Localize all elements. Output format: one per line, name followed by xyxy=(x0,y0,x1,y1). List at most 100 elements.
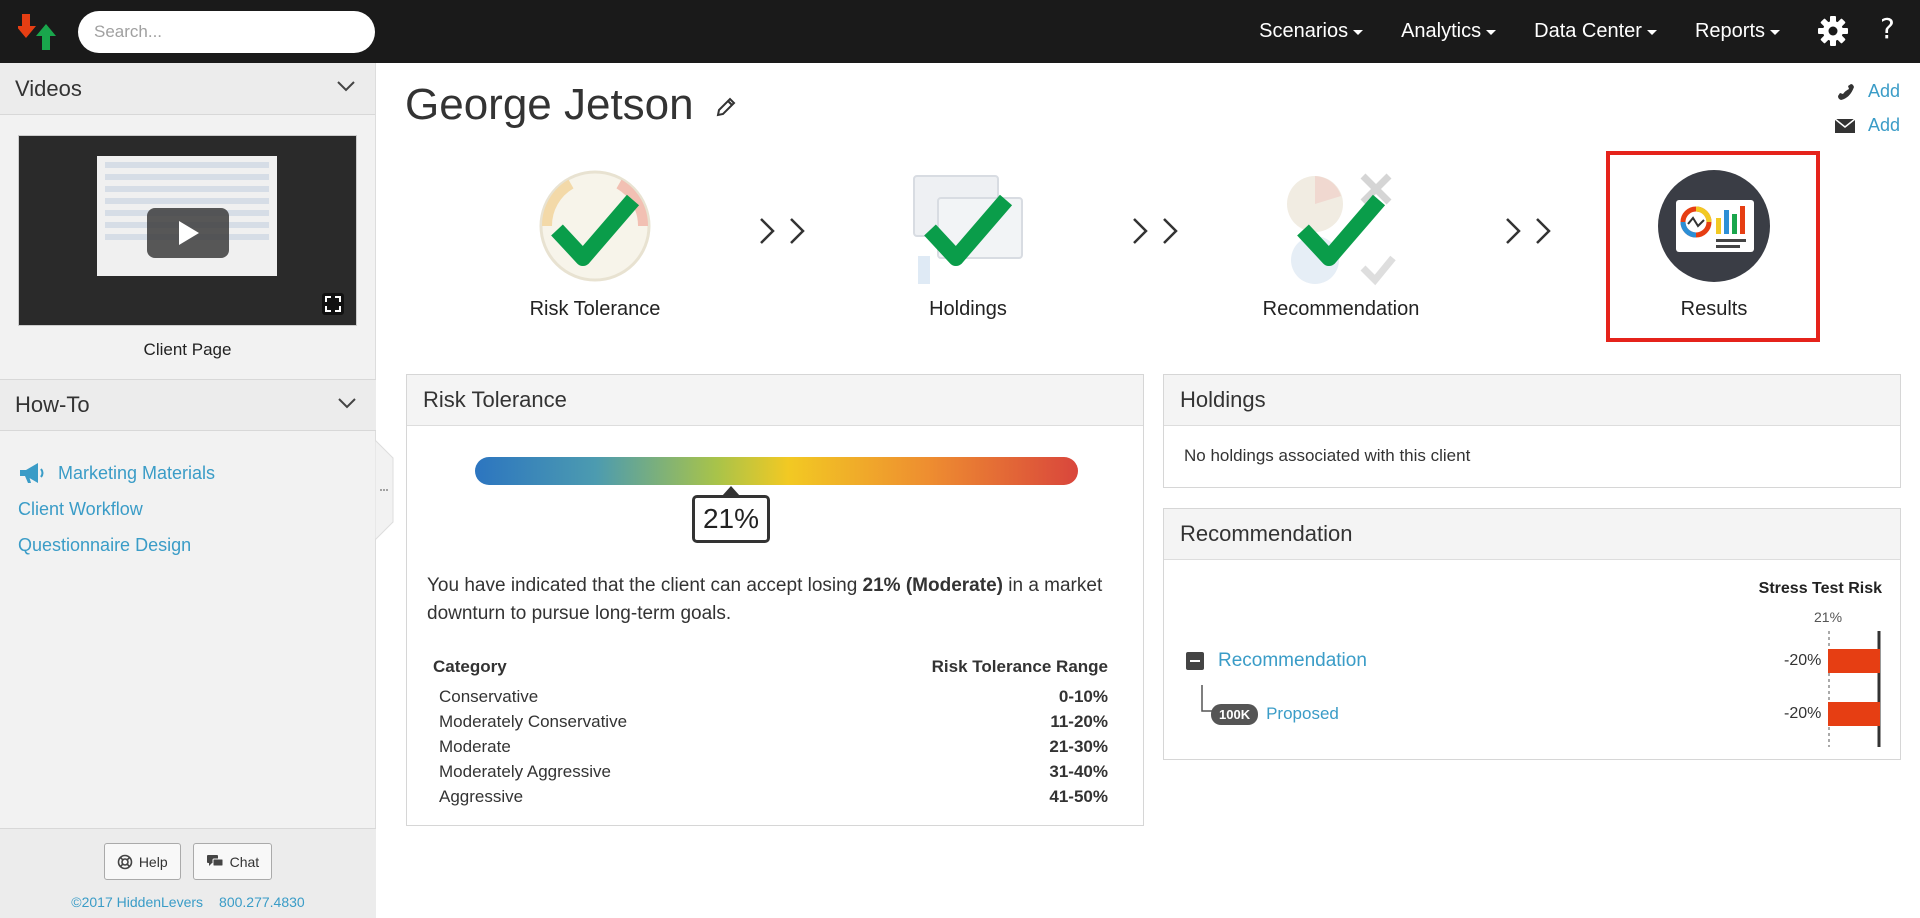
results-step-highlight xyxy=(1606,151,1820,342)
holdings-empty-message: No holdings associated with this client xyxy=(1184,446,1471,465)
risk-score-marker: 21% xyxy=(692,486,770,543)
stress-test-risk-header: Stress Test Risk xyxy=(1758,580,1882,597)
recommendation-link[interactable]: Recommendation xyxy=(1218,650,1367,672)
add-phone-label: Add xyxy=(1867,81,1900,101)
help-button-label: Help xyxy=(138,853,168,870)
row-range: 21-30% xyxy=(1049,737,1108,756)
row-range: 0-10% xyxy=(1058,687,1108,706)
row-category: Aggressive xyxy=(439,787,524,806)
howto-link-client-workflow[interactable]: Client Workflow xyxy=(18,491,376,527)
panel-title: Risk Tolerance xyxy=(407,375,1143,426)
sidebar-collapse-handle[interactable] xyxy=(375,440,399,540)
chat-button[interactable]: Chat xyxy=(192,843,273,880)
risk-range-table: Category Risk Tolerance Range Conservati… xyxy=(433,657,1108,812)
step-risk-tolerance[interactable]: Risk Tolerance xyxy=(505,150,685,321)
search-input[interactable] xyxy=(78,11,375,53)
howto-link-label: Marketing Materials xyxy=(58,462,216,483)
videos-header[interactable]: Videos xyxy=(0,63,375,115)
risk-gradient-bar xyxy=(475,457,1078,485)
stress-value: -20% xyxy=(1784,652,1822,669)
stress-bar xyxy=(1828,702,1880,726)
step-recommendation[interactable]: Recommendation xyxy=(1251,150,1431,321)
megaphone-icon xyxy=(20,463,44,483)
howto-header[interactable]: How-To xyxy=(0,379,376,431)
row-category: Moderately Conservative xyxy=(439,712,628,731)
table-header: Category Risk Tolerance Range xyxy=(433,657,1108,687)
step-icon-holdings xyxy=(908,170,1028,290)
holdings-panel: Holdings No holdings associated with thi… xyxy=(1163,374,1901,488)
pencil-edit-icon[interactable] xyxy=(715,96,737,118)
risk-description-emphasis: 21% (Moderate) xyxy=(862,575,1003,596)
caret-down-icon xyxy=(1486,30,1497,35)
stress-value: -20% xyxy=(1784,705,1822,722)
add-email-link[interactable]: Add xyxy=(1834,115,1900,136)
chevron-right-double-icon xyxy=(1506,218,1551,244)
video-thumbnail[interactable] xyxy=(18,135,357,326)
copyright-text: ©2017 HiddenLevers xyxy=(71,894,204,910)
chevron-right-double-icon xyxy=(760,218,805,244)
howto-link-label: Client Workflow xyxy=(18,498,143,519)
copyright-line: ©2017 HiddenLevers 800.277.4830 xyxy=(0,894,376,910)
risk-tolerance-panel: Risk Tolerance 21% You have indicated th… xyxy=(406,374,1144,826)
menu-analytics-label: Analytics xyxy=(1401,20,1482,42)
chevron-down-icon[interactable] xyxy=(337,80,355,92)
sidebar-footer: Help Chat ©2017 HiddenLevers 800.277.4830 xyxy=(0,828,376,918)
step-holdings[interactable]: Holdings xyxy=(878,150,1058,321)
column-header-range: Risk Tolerance Range xyxy=(931,657,1108,676)
caret-down-icon xyxy=(1646,30,1657,35)
caret-down-icon xyxy=(1353,30,1364,35)
help-question-icon[interactable]: ? xyxy=(1880,12,1895,45)
step-icon-risk-tolerance xyxy=(535,170,655,290)
add-phone-link[interactable]: Add xyxy=(1836,81,1900,102)
table-row: Aggressive 41-50% xyxy=(433,787,1108,812)
caret-down-icon xyxy=(1770,30,1780,35)
row-range: 31-40% xyxy=(1049,762,1108,781)
risk-threshold-label: 21% xyxy=(1814,609,1843,625)
hiddenlevers-logo[interactable] xyxy=(18,12,62,52)
table-row: Moderate 21-30% xyxy=(433,737,1108,762)
top-nav-bar: Scenarios Analytics Data Center Reports … xyxy=(0,0,1920,63)
risk-description: You have indicated that the client can a… xyxy=(427,572,1107,628)
howto-title: How-To xyxy=(15,392,90,417)
menu-analytics[interactable]: Analytics xyxy=(1401,20,1497,43)
menu-data-center[interactable]: Data Center xyxy=(1534,20,1657,43)
howto-section: How-To Marketing Materials Client Workfl… xyxy=(0,379,376,563)
stress-bar xyxy=(1828,649,1880,673)
lifebuoy-icon xyxy=(117,854,133,869)
play-button[interactable] xyxy=(147,208,229,258)
menu-reports[interactable]: Reports xyxy=(1695,20,1780,43)
chevron-down-icon[interactable] xyxy=(338,397,356,409)
row-category: Conservative xyxy=(439,687,539,706)
chat-icon xyxy=(206,854,224,866)
fullscreen-icon[interactable] xyxy=(322,293,344,315)
chevron-right-double-icon xyxy=(1133,218,1178,244)
panel-title: Recommendation xyxy=(1164,509,1900,560)
gear-icon[interactable] xyxy=(1817,15,1849,47)
phone-icon xyxy=(1837,83,1854,100)
recommendation-row: Recommendation -20% xyxy=(1164,643,1901,679)
step-label: Risk Tolerance xyxy=(529,298,661,320)
main-menu: Scenarios Analytics Data Center Reports xyxy=(1221,0,1780,63)
add-email-label: Add xyxy=(1867,115,1900,135)
menu-scenarios-label: Scenarios xyxy=(1259,20,1349,42)
panel-title: Holdings xyxy=(1164,375,1900,426)
help-button[interactable]: Help xyxy=(103,843,181,880)
step-label: Holdings xyxy=(929,298,1007,320)
play-icon xyxy=(179,221,199,245)
table-row: Moderately Aggressive 31-40% xyxy=(433,762,1108,787)
step-icon-recommendation xyxy=(1281,170,1401,290)
collapse-minus-icon[interactable] xyxy=(1186,652,1204,670)
proposed-link[interactable]: Proposed xyxy=(1266,704,1339,724)
table-row: Conservative 0-10% xyxy=(433,687,1108,712)
chat-button-label: Chat xyxy=(229,853,260,870)
column-header-category: Category xyxy=(433,657,507,676)
menu-reports-label: Reports xyxy=(1694,20,1765,42)
menu-data-center-label: Data Center xyxy=(1534,20,1642,42)
recommendation-panel: Recommendation Stress Test Risk 21% Reco… xyxy=(1163,508,1901,760)
phone-number[interactable]: 800.277.4830 xyxy=(219,894,305,910)
howto-link-questionnaire-design[interactable]: Questionnaire Design xyxy=(18,527,376,563)
menu-scenarios[interactable]: Scenarios xyxy=(1259,20,1364,43)
page-title: George Jetson xyxy=(405,80,694,129)
risk-description-text: You have indicated that the client can a… xyxy=(427,575,863,596)
howto-link-marketing-materials[interactable]: Marketing Materials xyxy=(18,455,376,491)
